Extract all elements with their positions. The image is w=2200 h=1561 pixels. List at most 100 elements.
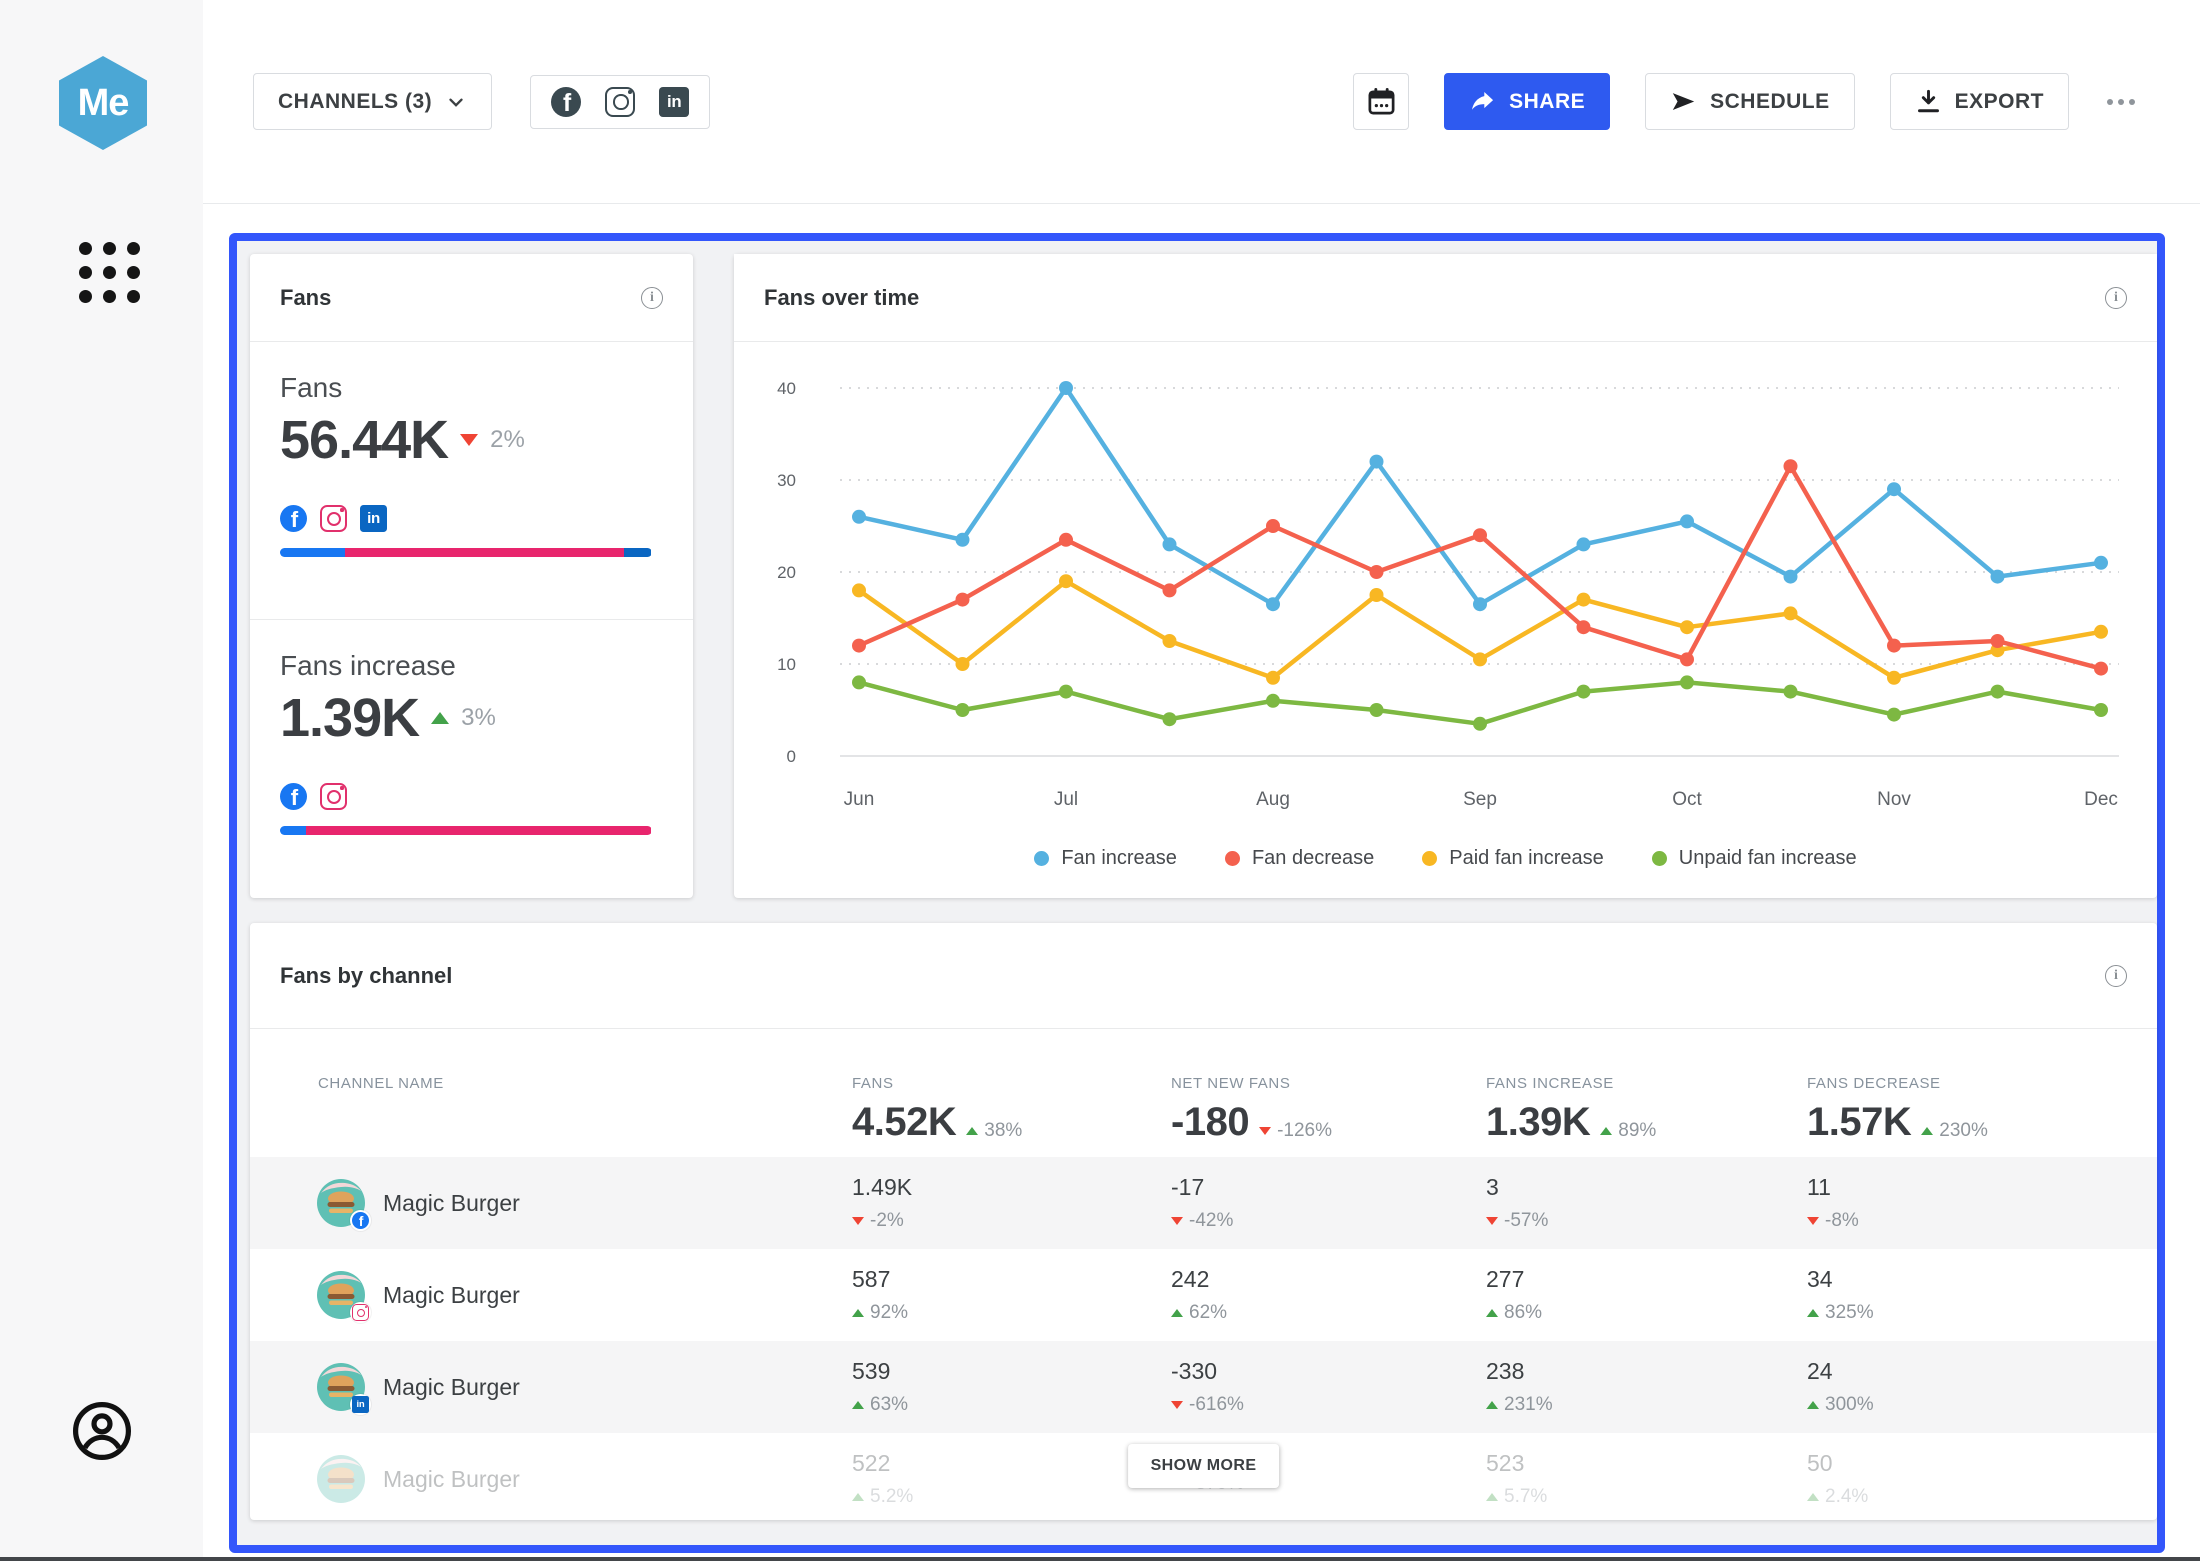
data-point	[1577, 537, 1591, 551]
table-cell: 539 63%	[852, 1358, 1171, 1416]
data-point	[1059, 574, 1073, 588]
download-icon	[1915, 88, 1942, 115]
cell-percent: -57%	[1504, 1210, 1548, 1232]
info-icon[interactable]	[2105, 287, 2127, 309]
legend-item[interactable]: Paid fan increase	[1422, 847, 1604, 870]
show-more-button[interactable]: SHOW MORE	[1128, 1444, 1280, 1488]
legend-item[interactable]: Fan decrease	[1225, 847, 1374, 870]
instagram-icon	[320, 783, 347, 810]
data-point	[1577, 685, 1591, 699]
fans-over-time-card: 010203040JunJulAugSepOctNovDec Fans over…	[734, 254, 2157, 898]
data-point	[2094, 625, 2108, 639]
cell-value: 522	[852, 1450, 1171, 1477]
y-tick: 30	[777, 471, 796, 490]
app-logo[interactable]: Me	[59, 56, 147, 150]
summary-value: 1.39K	[1486, 1100, 1590, 1145]
account-icon[interactable]	[69, 1398, 135, 1464]
data-point	[1059, 533, 1073, 547]
legend-item[interactable]: Fan increase	[1034, 847, 1177, 870]
column-header[interactable]: NET NEW FANS	[1171, 1075, 1486, 1092]
fans-card-header: Fans	[250, 254, 693, 342]
channel-avatar	[317, 1455, 365, 1503]
table-row[interactable]: Magic Burger 587 92% 242 62% 277 86% 34 …	[250, 1249, 2157, 1341]
data-point	[1370, 588, 1384, 602]
channel-name: Magic Burger	[383, 1374, 520, 1401]
summary-percent: 89%	[1618, 1120, 1656, 1142]
calendar-icon	[1366, 86, 1397, 117]
table-cell: 523 5.7%	[1486, 1450, 1807, 1508]
avatar	[317, 1179, 365, 1227]
fans-over-time-chart: 010203040JunJulAugSepOctNovDec	[734, 254, 2157, 898]
more-options-icon[interactable]	[2097, 89, 2145, 115]
data-point	[1680, 620, 1694, 634]
data-point	[852, 510, 866, 524]
table-cell: -17 -42%	[1171, 1174, 1486, 1232]
summary-percent: -126%	[1277, 1120, 1332, 1142]
legend-label: Unpaid fan increase	[1679, 847, 1857, 870]
data-point	[956, 703, 970, 717]
cell-value: 1.49K	[852, 1174, 1171, 1201]
share-button[interactable]: SHARE	[1444, 73, 1610, 130]
metric-label: Fans increase	[280, 650, 663, 682]
legend-label: Fan increase	[1061, 847, 1177, 870]
metric-channel-icons	[280, 505, 663, 532]
x-tick: Dec	[2084, 789, 2118, 810]
data-point	[1887, 639, 1901, 653]
trend-down-icon	[852, 1217, 864, 1225]
table-cell: 1.49K -2%	[852, 1174, 1171, 1232]
avatar	[317, 1271, 365, 1319]
facebook-icon[interactable]	[551, 87, 581, 117]
trend-up-icon	[852, 1309, 864, 1317]
metric-channel-icons	[280, 783, 663, 810]
cell-value: 242	[1171, 1266, 1486, 1293]
fans-card: Fans Fans 56.44K 2% Fans increase 1.39K …	[250, 254, 693, 898]
channels-dropdown[interactable]: CHANNELS (3)	[253, 73, 492, 130]
table-cell: 242 62%	[1171, 1266, 1486, 1324]
channel-name: Magic Burger	[383, 1282, 520, 1309]
y-tick: 0	[787, 747, 796, 766]
column-header[interactable]: FANS	[852, 1075, 1171, 1092]
linkedin-icon[interactable]	[659, 87, 689, 117]
data-point	[1577, 620, 1591, 634]
data-point	[1370, 703, 1384, 717]
legend-item[interactable]: Unpaid fan increase	[1652, 847, 1857, 870]
cell-value: 3	[1486, 1174, 1807, 1201]
data-point	[1784, 570, 1798, 584]
cell-percent: 92%	[870, 1302, 908, 1324]
table-row[interactable]: Magic Burger 539 63% -330 -616% 238 231%…	[250, 1341, 2157, 1433]
channel-name-cell: Magic Burger	[250, 1179, 852, 1227]
export-button[interactable]: EXPORT	[1890, 73, 2069, 130]
data-point	[1887, 671, 1901, 685]
channel-distribution-bar	[280, 826, 652, 835]
data-point	[2094, 556, 2108, 570]
info-icon[interactable]	[641, 287, 663, 309]
column-header[interactable]: FANS DECREASE	[1807, 1075, 2157, 1092]
instagram-icon	[320, 505, 347, 532]
column-header[interactable]: FANS INCREASE	[1486, 1075, 1807, 1092]
cell-value: 587	[852, 1266, 1171, 1293]
table-row[interactable]: Magic Burger 1.49K -2% -17 -42% 3 -57% 1…	[250, 1157, 2157, 1249]
data-point	[1991, 634, 2005, 648]
column-header[interactable]: CHANNEL NAME	[250, 1075, 852, 1092]
data-point	[1991, 685, 2005, 699]
data-point	[1784, 606, 1798, 620]
instagram-icon[interactable]	[605, 87, 635, 117]
chart-card-title: Fans over time	[764, 285, 919, 311]
calendar-button[interactable]	[1353, 73, 1409, 130]
cell-percent: 62%	[1189, 1302, 1227, 1324]
trend-up-icon	[1921, 1127, 1933, 1135]
trend-up-icon	[1807, 1401, 1819, 1409]
data-point	[1266, 519, 1280, 533]
apps-grid-icon[interactable]	[79, 242, 140, 303]
summary-cell: 1.39K 89%	[1486, 1100, 1807, 1145]
channel-distribution-bar	[280, 548, 652, 557]
summary-percent: 38%	[984, 1120, 1022, 1142]
linkedin-icon	[352, 1396, 369, 1413]
info-icon[interactable]	[2105, 965, 2127, 987]
schedule-button[interactable]: SCHEDULE	[1645, 73, 1855, 130]
data-point	[2094, 662, 2108, 676]
legend-dot	[1034, 851, 1049, 866]
data-point	[1784, 459, 1798, 473]
table-cell: 3 -57%	[1486, 1174, 1807, 1232]
data-point	[2094, 703, 2108, 717]
